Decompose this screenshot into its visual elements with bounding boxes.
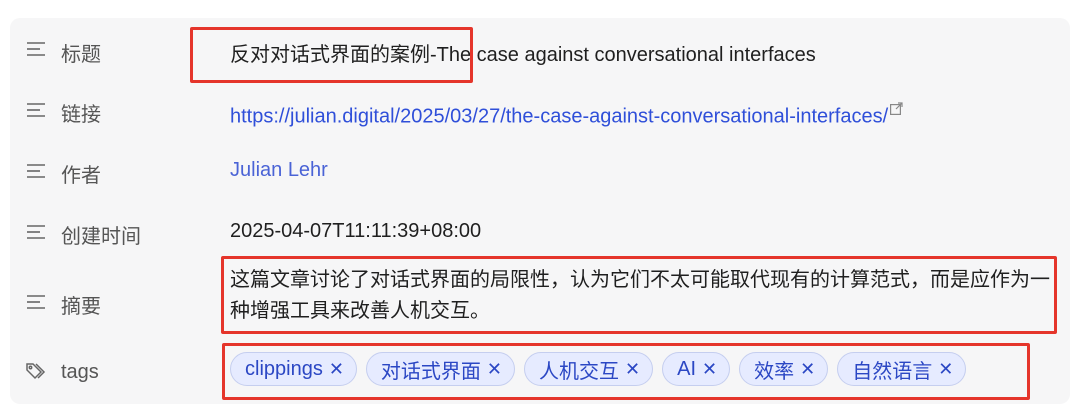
list-lines-icon <box>26 292 46 312</box>
property-label-author: 作者 <box>61 165 101 187</box>
property-label-title: 标题 <box>61 44 101 66</box>
property-label-link: 链接 <box>61 104 101 126</box>
list-lines-icon <box>26 161 46 181</box>
property-label-created: 创建时间 <box>61 226 141 248</box>
highlight-box-title <box>190 27 473 83</box>
external-link-icon[interactable] <box>890 98 903 121</box>
list-lines-icon <box>26 39 46 59</box>
property-value-author[interactable]: Julian Lehr <box>230 159 328 182</box>
highlight-box-summary <box>221 256 1057 334</box>
property-value-created[interactable]: 2025-04-07T11:11:39+08:00 <box>230 220 481 243</box>
tag-icon <box>26 361 46 381</box>
list-lines-icon <box>26 222 46 242</box>
property-value-link: https://julian.digital/2025/03/27/the-ca… <box>230 98 903 129</box>
property-label-tags: tags <box>61 361 99 383</box>
link-url[interactable]: https://julian.digital/2025/03/27/the-ca… <box>230 106 888 128</box>
property-label-summary: 摘要 <box>61 296 101 318</box>
highlight-box-tags <box>222 343 1030 400</box>
list-lines-icon <box>26 100 46 120</box>
